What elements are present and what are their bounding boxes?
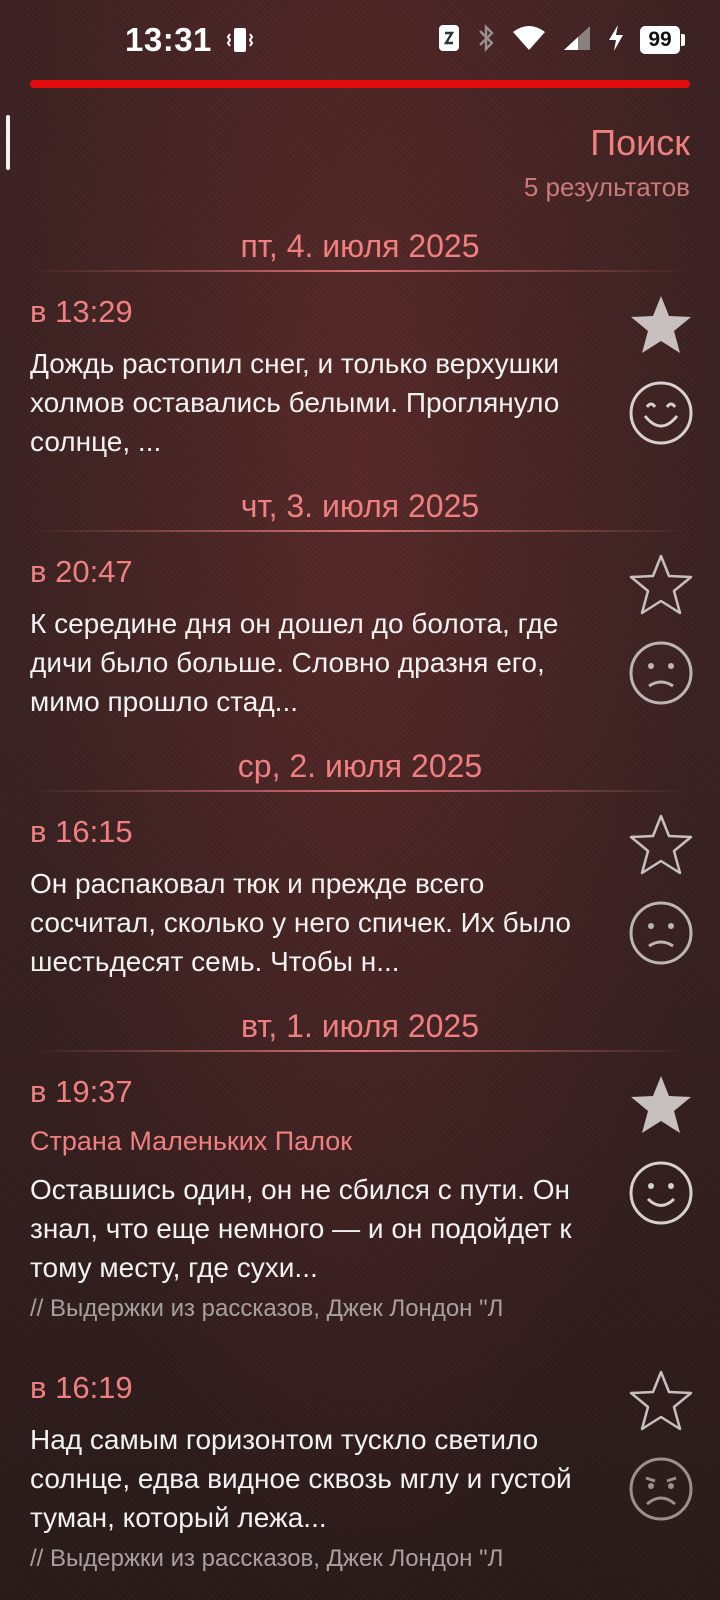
status-bar: 13:31 99 (0, 0, 720, 80)
wifi-icon (512, 24, 546, 57)
date-label: вт, 1. июля 2025 (240, 1008, 479, 1044)
entry-title: Страна Маленьких Палок (30, 1126, 353, 1156)
list-item[interactable]: в 13:29 Дождь растопил снег, и только ве… (0, 272, 720, 486)
entry-time: в 16:15 (30, 814, 133, 849)
entry-source: // Выдержки из рассказов, Джек Лондон "Л (30, 1545, 504, 1572)
entry-time: в 19:37 (30, 1074, 133, 1109)
entry-time: в 13:29 (30, 294, 133, 329)
status-time: 13:31 (125, 21, 212, 58)
entry-text: Дождь растопил снег, и только верхушки х… (30, 348, 560, 457)
date-header: вт, 1. июля 2025 (0, 1006, 720, 1052)
star-outline-icon[interactable] (628, 812, 694, 878)
very-happy-face-icon[interactable] (628, 380, 694, 446)
sad-face-icon[interactable] (628, 640, 694, 706)
date-label: пт, 4. июля 2025 (240, 228, 480, 264)
star-filled-icon[interactable] (628, 292, 694, 358)
date-label: чт, 3. июля 2025 (240, 488, 480, 524)
happy-face-icon[interactable] (628, 1160, 694, 1226)
page-header: Поиск 5 результатов (524, 122, 690, 203)
entry-time: в 16:19 (30, 1370, 133, 1405)
entry-text: Оставшись один, он не сбился с пути. Он … (30, 1174, 572, 1283)
charging-icon (608, 24, 624, 57)
date-label: ср, 2. июля 2025 (237, 748, 483, 784)
sad-face-icon[interactable] (628, 900, 694, 966)
entry-text: К середине дня он дошел до болота, где д… (30, 608, 559, 717)
entry-text: Над самым горизонтом тускло светило солн… (30, 1424, 572, 1533)
battery-icon: 99 (640, 26, 685, 54)
very-sad-face-icon[interactable] (628, 1456, 694, 1522)
scroll-indicator[interactable] (6, 115, 10, 170)
list-item[interactable]: в 16:15 Он распаковал тюк и прежде всего… (0, 792, 720, 1006)
nfc-icon (438, 24, 460, 57)
star-filled-icon[interactable] (628, 1072, 694, 1138)
progress-bar (30, 80, 690, 88)
entry-text: Он распаковал тюк и прежде всего сосчита… (30, 868, 571, 977)
list-item[interactable]: в 19:37 Страна Маленьких Палок Оставшись… (0, 1052, 720, 1348)
list-item[interactable]: в 16:19 Над самым горизонтом тускло свет… (0, 1348, 720, 1600)
signal-icon (562, 24, 592, 57)
bluetooth-icon (476, 23, 496, 58)
entry-source: // Выдержки из рассказов, Джек Лондон "Л (30, 1295, 504, 1322)
date-header: ср, 2. июля 2025 (0, 746, 720, 792)
page-title: Поиск (590, 122, 690, 163)
list-item[interactable]: в 20:47 К середине дня он дошел до болот… (0, 532, 720, 746)
results-list: пт, 4. июля 2025 в 13:29 Дождь растопил … (0, 226, 720, 1600)
date-header: пт, 4. июля 2025 (0, 226, 720, 272)
entry-time: в 20:47 (30, 554, 133, 589)
results-count: 5 результатов (523, 172, 690, 202)
battery-level: 99 (640, 26, 680, 54)
vibrate-icon (226, 25, 254, 55)
star-outline-icon[interactable] (628, 552, 694, 618)
date-header: чт, 3. июля 2025 (0, 486, 720, 532)
star-outline-icon[interactable] (628, 1368, 694, 1434)
